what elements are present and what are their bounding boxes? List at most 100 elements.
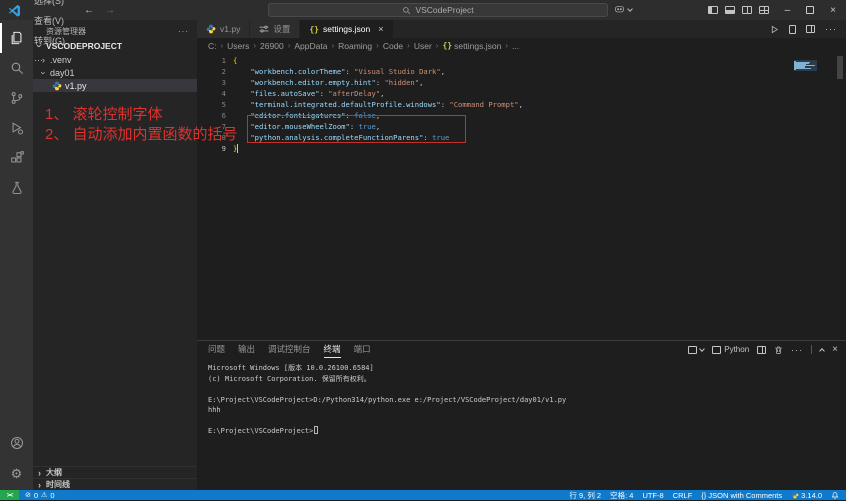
line-number: 4: [197, 88, 226, 99]
close-tab-icon[interactable]: ×: [378, 25, 383, 34]
breadcrumb-item[interactable]: User: [414, 41, 432, 51]
toggle-panel-icon[interactable]: [725, 6, 735, 14]
restore-button[interactable]: [806, 6, 814, 14]
status-indentation[interactable]: 空格: 4: [610, 490, 633, 501]
run-debug-icon[interactable]: [0, 113, 33, 143]
back-arrow-icon[interactable]: ←: [84, 5, 94, 16]
warning-count: 0: [50, 491, 54, 500]
breadcrumb-separator: ›: [505, 41, 508, 50]
panel-tab-端口[interactable]: 端口: [354, 341, 371, 358]
menu-selection[interactable]: 选择(S): [27, 0, 72, 10]
split-editor-icon[interactable]: [806, 25, 815, 33]
toggle-primary-sidebar-icon[interactable]: [708, 6, 718, 14]
kill-terminal-icon[interactable]: [774, 345, 783, 355]
code-line-6[interactable]: 6 "editor.fontLigatures": false,: [197, 110, 846, 121]
close-window-button[interactable]: ×: [830, 5, 836, 16]
testing-icon[interactable]: [0, 173, 33, 203]
minimap[interactable]: [794, 60, 817, 71]
panel-more-actions-icon[interactable]: ···: [791, 345, 803, 355]
editor-scrollbar[interactable]: [837, 53, 846, 340]
status-language-mode[interactable]: {} JSON with Comments: [701, 491, 782, 500]
sidebar-section-大纲[interactable]: ›大纲: [33, 466, 197, 478]
run-file-icon[interactable]: [770, 25, 779, 34]
code-line-4[interactable]: 4 "files.autoSave": "afterDelay",: [197, 88, 846, 99]
terminal-line: E:\Project\VSCodeProject>: [208, 426, 846, 437]
tab-设置[interactable]: 设置: [250, 20, 300, 38]
status-encoding[interactable]: UTF-8: [642, 491, 663, 500]
problems-status[interactable]: ⊘ 0 ⚠ 0: [19, 491, 55, 500]
status-python-interpreter[interactable]: 3.14.0: [791, 491, 822, 500]
breadcrumb-item-label: 26900: [260, 41, 284, 51]
terminal-output[interactable]: Microsoft Windows [版本 10.0.26100.6584](c…: [197, 358, 846, 490]
code-line-9[interactable]: 9}: [197, 143, 846, 154]
code-line-8[interactable]: 8 "python.analysis.completeFunctionParen…: [197, 132, 846, 143]
maximize-panel-icon[interactable]: [819, 348, 825, 354]
remote-indicator[interactable]: ><: [0, 490, 19, 500]
split-terminal-icon[interactable]: [757, 346, 766, 354]
code-line-5[interactable]: 5 "terminal.integrated.defaultProfile.wi…: [197, 99, 846, 110]
tree-item-v1.py[interactable]: v1.py: [33, 79, 197, 92]
terminal-line: [208, 416, 846, 427]
breadcrumb-item[interactable]: Code: [383, 41, 403, 51]
copilot-button[interactable]: [614, 5, 632, 14]
command-center-search[interactable]: VSCodeProject: [268, 3, 608, 17]
vscode-logo-icon: [8, 4, 21, 17]
terminal-instance-item[interactable]: Python: [712, 345, 749, 354]
panel-tab-调试控制台[interactable]: 调试控制台: [268, 341, 311, 358]
forward-arrow-icon[interactable]: →: [105, 5, 115, 16]
close-panel-icon[interactable]: ×: [832, 344, 838, 355]
breadcrumb-item-label: C:: [208, 41, 217, 51]
breadcrumb-item[interactable]: Users: [227, 41, 249, 51]
breadcrumb-item[interactable]: AppData: [294, 41, 327, 51]
code-line-content: "files.autoSave": "afterDelay",: [226, 88, 384, 99]
breadcrumb-item-label: Roaming: [338, 41, 372, 51]
open-settings-ui-icon[interactable]: [789, 25, 796, 34]
breadcrumb-item[interactable]: ...: [512, 41, 519, 51]
source-control-icon[interactable]: [0, 83, 33, 113]
menu-view[interactable]: 查看(V): [27, 10, 72, 30]
menu-goto[interactable]: 转到(G): [27, 30, 72, 50]
panel-tab-终端[interactable]: 终端: [324, 341, 341, 358]
code-line-content: }: [226, 143, 238, 154]
editor-tab-bar: v1.py设置{}settings.json× ···: [197, 20, 846, 38]
tab-v1.py[interactable]: v1.py: [197, 20, 250, 38]
python-icon: [206, 24, 216, 34]
title-bar: 文件(F)编辑(E)选择(S)查看(V)转到(G)··· ← → VSCodeP…: [0, 0, 846, 20]
command-center-text: VSCodeProject: [415, 5, 473, 15]
toggle-secondary-sidebar-icon[interactable]: [742, 6, 752, 14]
terminal-instance-label: Python: [724, 345, 749, 354]
status-eol[interactable]: CRLF: [673, 491, 693, 500]
editor-more-actions-icon[interactable]: ···: [825, 24, 837, 34]
extensions-icon[interactable]: [0, 143, 33, 173]
tab-settings.json[interactable]: {}settings.json×: [300, 20, 393, 38]
code-line-7[interactable]: 7 "editor.mouseWheelZoom": true,: [197, 121, 846, 132]
status-cursor-position[interactable]: 行 9, 列 2: [569, 490, 601, 501]
panel-tab-问题[interactable]: 问题: [208, 341, 225, 358]
breadcrumb-item[interactable]: Roaming: [338, 41, 372, 51]
terminal-line: E:\Project\VSCodeProject>D:/Python314/py…: [208, 395, 846, 406]
activity-bar-spacer: [0, 203, 33, 428]
menu-more[interactable]: ···: [27, 50, 72, 70]
breadcrumb-item[interactable]: {}settings.json: [442, 41, 501, 51]
customize-layout-icon[interactable]: [759, 6, 769, 14]
code-line-2[interactable]: 2 "workbench.colorTheme": "Visual Studio…: [197, 66, 846, 77]
panel-tab-输出[interactable]: 输出: [238, 341, 255, 358]
account-icon[interactable]: [0, 428, 33, 458]
status-cursor-position-label: 行 9, 列 2: [569, 490, 601, 501]
line-number: 8: [197, 132, 226, 143]
code-line-content: "workbench.colorTheme": "Visual Studio D…: [226, 66, 445, 77]
notifications-bell-icon[interactable]: [831, 491, 839, 500]
code-line-content: "python.analysis.completeFunctionParens"…: [226, 132, 449, 143]
code-editor[interactable]: 1{2 "workbench.colorTheme": "Visual Stud…: [197, 53, 846, 340]
breadcrumb-item[interactable]: C:: [208, 41, 217, 51]
explorer-more-actions-icon[interactable]: ···: [178, 27, 189, 36]
sidebar-section-时间线[interactable]: ›时间线: [33, 478, 197, 490]
code-line-1[interactable]: 1{: [197, 55, 846, 66]
warnings-icon: ⚠: [41, 491, 47, 499]
settings-gear-icon[interactable]: ⚙: [0, 458, 33, 488]
minimize-button[interactable]: –: [785, 5, 791, 16]
code-line-3[interactable]: 3 "workbench.editor.empty.hint": "hidden…: [197, 77, 846, 88]
launch-profile-button[interactable]: [688, 346, 704, 354]
status-encoding-label: UTF-8: [642, 491, 663, 500]
breadcrumb-item[interactable]: 26900: [260, 41, 284, 51]
